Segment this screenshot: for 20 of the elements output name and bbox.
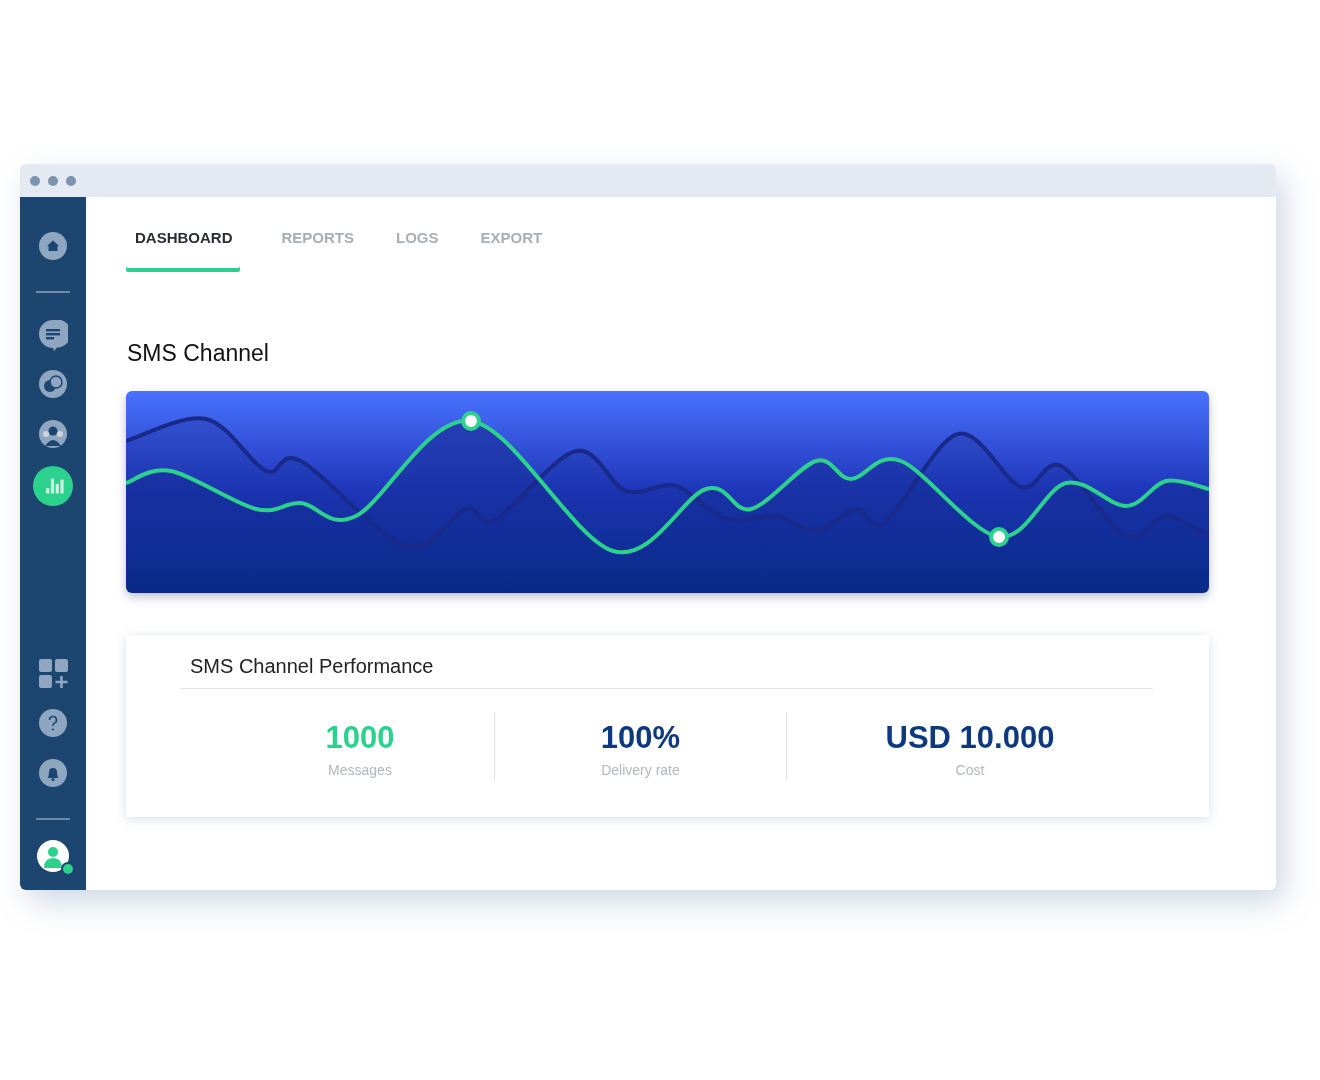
- tab[interactable]: REPORTS: [260, 197, 375, 272]
- window-dot-icon: [30, 175, 40, 186]
- stat-label: Delivery rate: [601, 762, 680, 778]
- card-title: SMS Channel Performance: [180, 655, 1153, 689]
- chart-point: [461, 411, 481, 431]
- chart-point: [989, 527, 1009, 547]
- section-title: SMS Channel: [127, 340, 270, 367]
- window-dot-icon: [66, 175, 76, 186]
- add-widget-icon: [38, 659, 68, 691]
- messages-icon: [38, 320, 68, 352]
- tab[interactable]: EXPORT: [459, 197, 564, 272]
- stat-value: 1000: [325, 720, 395, 756]
- stat-value: 100%: [600, 720, 681, 756]
- stat-label: Messages: [328, 762, 392, 778]
- stat-label: Cost: [955, 762, 985, 778]
- tab[interactable]: LOGS: [375, 197, 460, 272]
- stat-value: USD 10.000: [885, 720, 1055, 756]
- tab[interactable]: DASHBOARD: [126, 197, 240, 272]
- analytics-nav-button[interactable]: [33, 466, 73, 506]
- window-dot-icon: [48, 175, 58, 186]
